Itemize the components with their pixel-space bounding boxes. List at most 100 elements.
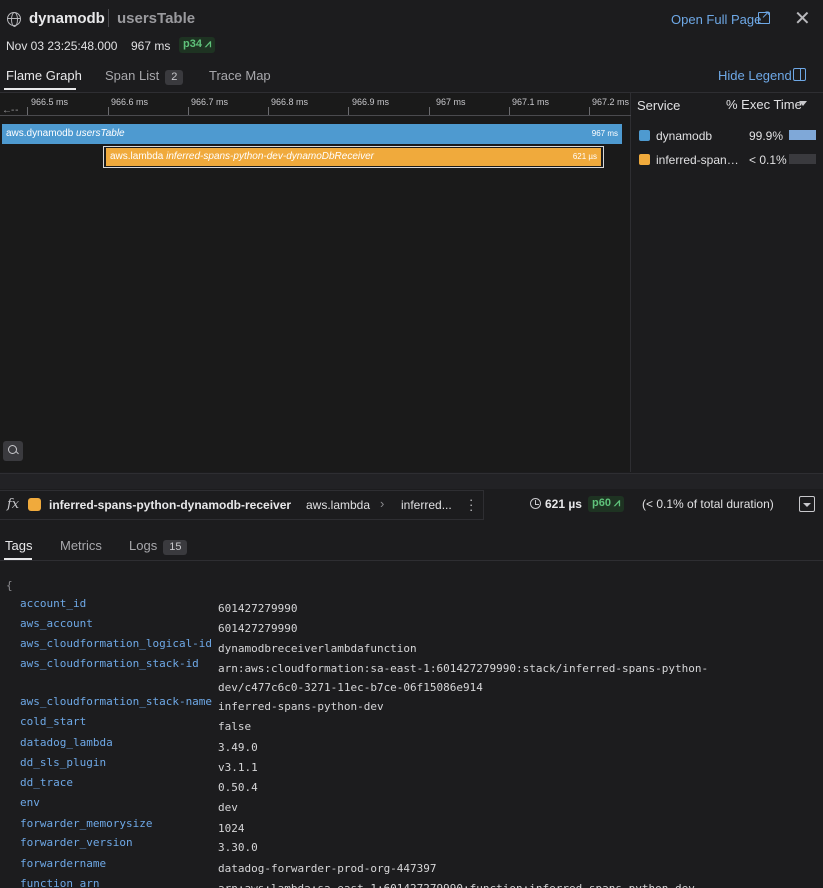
legend-panel-icon[interactable] — [793, 68, 806, 81]
time-axis — [0, 115, 631, 116]
legend-swatch — [639, 130, 650, 141]
axis-tick — [429, 107, 430, 115]
span-operation: aws.lambda — [306, 498, 371, 512]
tab-metrics[interactable]: Metrics — [60, 538, 102, 553]
tag-key[interactable]: cold_start — [20, 715, 86, 728]
tab-logs[interactable]: Logs 15 — [129, 538, 188, 555]
tag-key[interactable]: forwarder_memorysize — [20, 817, 152, 830]
tag-key[interactable]: account_id — [20, 597, 86, 610]
active-tab-indicator — [4, 88, 76, 90]
sort-caret-icon[interactable] — [799, 101, 807, 106]
close-icon[interactable]: ✕ — [794, 6, 811, 31]
legend-exec-time-header[interactable]: % Exec Time — [726, 97, 802, 112]
trace-timestamp: Nov 03 23:25:48.000 — [6, 39, 118, 53]
tag-key[interactable]: datadog_lambda — [20, 736, 113, 749]
axis-tick-label: 966.7 ms — [191, 97, 229, 107]
flame-graph[interactable]: ←- - 966.5 ms 966.6 ms 966.7 ms 966.8 ms… — [0, 92, 631, 472]
legend-exec-bar — [789, 154, 816, 164]
span-pct-total: (< 0.1% of total duration) — [642, 497, 774, 511]
service-title: dynamodb — [29, 10, 105, 27]
tag-key[interactable]: dd_sls_plugin — [20, 756, 106, 769]
span-bar-service: aws.lambda — [110, 151, 164, 162]
open-full-page-link[interactable]: Open Full Page — [671, 12, 761, 27]
more-options-icon[interactable]: · · · — [469, 493, 473, 516]
legend-exec-bar — [789, 130, 816, 140]
percentile-badge[interactable]: p34 ⩘ — [179, 37, 216, 53]
axis-tick — [188, 107, 189, 115]
axis-tick-label: 967 ms — [436, 97, 466, 107]
tags-panel: { account_id 601427279990 aws_account 6014… — [0, 576, 823, 888]
span-bar-service: aws.dynamodb — [6, 128, 74, 139]
tag-key[interactable]: env — [20, 796, 40, 809]
tag-key[interactable]: dd_trace — [20, 776, 73, 789]
span-count-badge: 2 — [165, 70, 184, 85]
tab-tags[interactable]: Tags — [5, 538, 32, 553]
panel-resize-divider[interactable] — [0, 473, 823, 489]
tag-key[interactable]: forwardername — [20, 857, 106, 870]
tag-value[interactable]: 1024 — [218, 819, 245, 838]
axis-tick-label: 967.1 ms — [512, 97, 550, 107]
tag-key[interactable]: function_arn — [20, 877, 99, 888]
legend-exec-bar-fill — [789, 130, 816, 140]
legend-row[interactable]: dynamodb 99.9% — [631, 126, 823, 148]
service-legend: Service % Exec Time dynamodb 99.9% infer… — [631, 92, 823, 472]
span-bar-lambda[interactable]: aws.lambda inferred-spans-python-dev-dyn… — [106, 148, 601, 166]
tag-value[interactable]: 601427279990 — [218, 619, 297, 638]
tag-key[interactable]: forwarder_version — [20, 836, 133, 849]
span-duration: 621 µs — [545, 497, 582, 511]
tag-value[interactable]: 601427279990 — [218, 599, 297, 618]
legend-service-name: inferred-spans-python-dynamodb-receiver — [656, 153, 744, 167]
tab-trace-map[interactable]: Trace Map — [209, 68, 271, 83]
tag-value[interactable]: 3.30.0 — [218, 838, 258, 857]
tab-divider — [0, 560, 823, 561]
trend-icon: ⩘ — [205, 38, 212, 50]
tab-flame-graph[interactable]: Flame Graph — [6, 68, 82, 83]
selected-span-bar: fx inferred-spans-python-dynamodb-receiv… — [0, 489, 823, 521]
tag-value[interactable]: arn:aws:lambda:sa-east-1:601427279990:fu… — [218, 879, 701, 888]
legend-service-name: dynamodb — [656, 129, 713, 143]
legend-exec-pct: 99.9% — [749, 129, 784, 143]
function-icon: fx — [7, 497, 20, 512]
axis-tick-label: 966.6 ms — [111, 97, 149, 107]
tag-value[interactable]: inferred-spans-python-dev — [218, 697, 384, 716]
tag-value[interactable]: v3.1.1 — [218, 758, 258, 777]
span-resource: inferred... — [401, 498, 452, 512]
span-bar-resource: inferred-spans-python-dev-dynamoDbReceiv… — [166, 151, 375, 162]
span-bar-dynamodb[interactable]: aws.dynamodb usersTable 967 ms — [2, 124, 622, 144]
external-link-icon[interactable] — [758, 8, 770, 24]
trace-duration: 967 ms — [131, 39, 171, 53]
tag-value[interactable]: false — [218, 717, 251, 736]
tag-value[interactable]: datadog-forwarder-prod-org-447397 — [218, 859, 437, 878]
span-header: dynamodb usersTable Open Full Page ✕ Nov… — [0, 0, 823, 62]
span-bar-duration: 967 ms — [591, 129, 618, 138]
tag-value[interactable]: 0.50.4 — [218, 778, 258, 797]
title-divider — [108, 9, 109, 27]
zoom-icon[interactable] — [3, 441, 23, 461]
legend-row[interactable]: inferred-spans-python-dynamodb-receiver … — [631, 150, 823, 172]
axis-tick — [268, 107, 269, 115]
tag-key[interactable]: aws_account — [20, 617, 93, 630]
tag-key[interactable]: aws_cloudformation_logical-id — [20, 637, 212, 650]
legend-service-header[interactable]: Service — [637, 98, 680, 113]
span-bar-resource: usersTable — [76, 128, 125, 139]
tab-span-list[interactable]: Span List 2 — [105, 68, 184, 85]
tag-value[interactable]: 3.49.0 — [218, 738, 258, 757]
legend-swatch — [639, 154, 650, 165]
axis-tick-label: 966.9 ms — [352, 97, 390, 107]
span-bar-duration: 621 µs — [572, 152, 597, 161]
axis-tick — [27, 107, 28, 115]
collapse-panel-icon[interactable] — [799, 496, 815, 512]
axis-tick-label: 966.8 ms — [271, 97, 309, 107]
trend-icon: ⩘ — [614, 497, 621, 509]
hide-legend-button[interactable]: Hide Legend — [718, 68, 792, 83]
tag-value[interactable]: dev — [218, 798, 238, 817]
resource-title: usersTable — [117, 10, 196, 27]
axis-tick — [348, 107, 349, 115]
percentile-badge[interactable]: p60 ⩘ — [588, 496, 625, 512]
tag-key[interactable]: aws_cloudformation_stack-name — [20, 695, 212, 708]
tag-value[interactable]: dynamodbreceiverlambdafunction — [218, 639, 417, 658]
globe-icon — [7, 12, 21, 27]
tag-value[interactable]: arn:aws:cloudformation:sa-east-1:6014272… — [218, 659, 708, 697]
tag-key[interactable]: aws_cloudformation_stack-id — [20, 657, 199, 670]
span-service-name[interactable]: inferred-spans-python-dynamodb-receiver — [49, 498, 291, 512]
